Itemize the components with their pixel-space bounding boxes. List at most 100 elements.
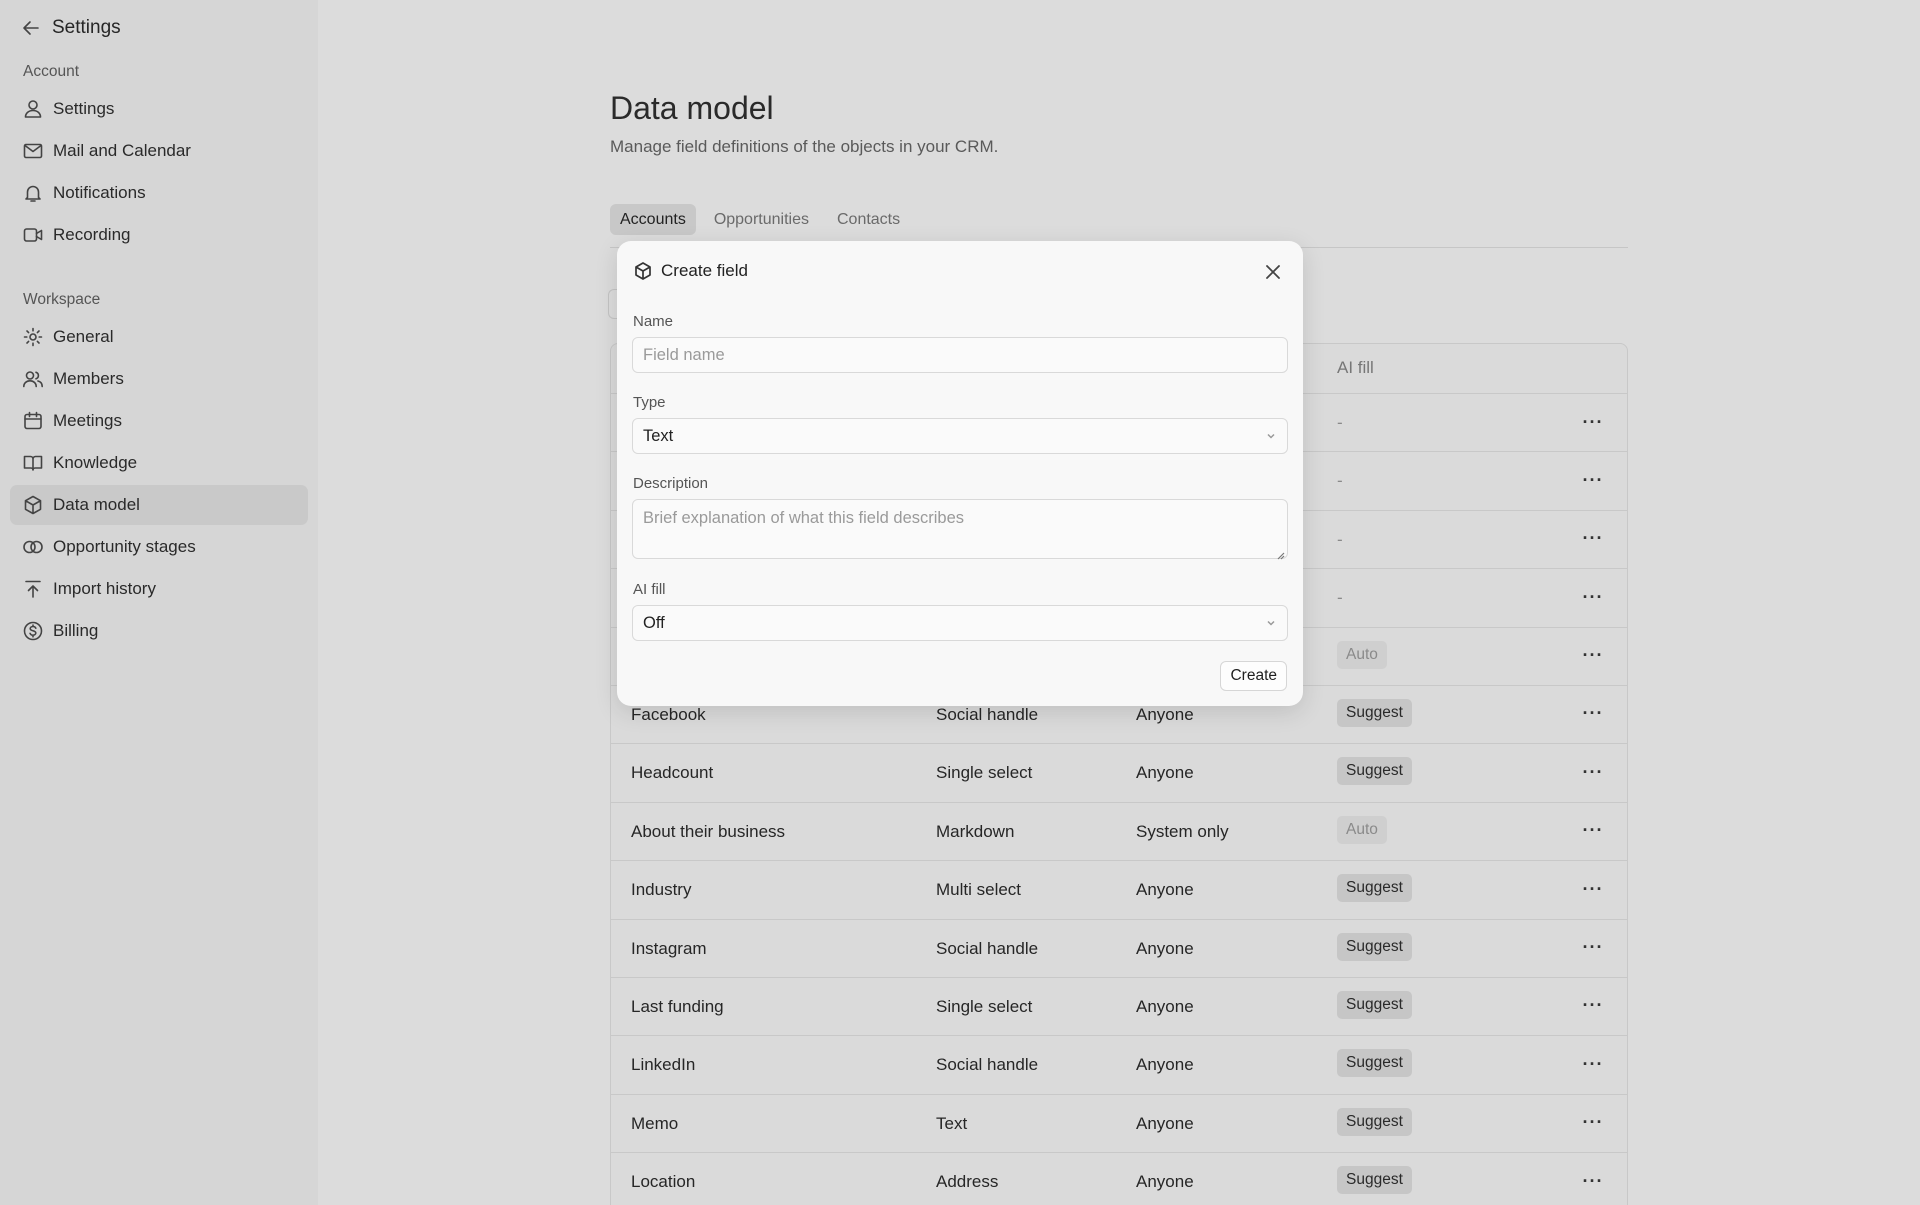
sidebar-item-label: Billing (53, 621, 99, 640)
ai-fill-badge: - (1337, 588, 1343, 608)
ai-fill-column-header: AI fill (1337, 358, 1374, 377)
field-access-cell: Anyone (1136, 704, 1194, 724)
field-name-cell: Industry (631, 880, 692, 900)
field-type-cell: Multi select (936, 880, 1022, 900)
sidebar-item-data-model[interactable]: Data model (10, 485, 308, 525)
table-row[interactable]: Memo Text Anyone Suggest ··· (611, 1095, 1627, 1154)
table-row[interactable]: LinkedIn Social handle Anyone Suggest ··· (611, 1036, 1627, 1095)
sidebar-item-meetings[interactable]: Meetings (10, 401, 308, 441)
field-name-cell: Instagram (631, 938, 707, 958)
more-options-icon[interactable]: ··· (1579, 758, 1607, 786)
table-row[interactable]: Instagram Social handle Anyone Suggest ··· (611, 920, 1627, 978)
ai-fill-badge: Suggest (1337, 874, 1412, 903)
ai-fill-badge: - (1337, 529, 1343, 549)
cube-icon (635, 262, 651, 280)
field-name-cell: About their business (631, 821, 786, 841)
field-access-cell: Anyone (1136, 938, 1194, 958)
table-row[interactable]: Last funding Single select Anyone Suggest ··… (611, 978, 1627, 1037)
bell-icon (22, 182, 44, 204)
more-options-icon[interactable]: ··· (1579, 408, 1607, 436)
ai-fill-badge: Suggest (1337, 1049, 1412, 1078)
sidebar-item-billing[interactable]: Billing (10, 611, 308, 651)
sidebar-item-members[interactable]: Members (10, 359, 308, 399)
field-access-cell: System only (1136, 821, 1229, 841)
field-access-cell: Anyone (1136, 1113, 1194, 1133)
more-options-icon[interactable]: ··· (1579, 700, 1607, 728)
more-options-icon[interactable]: ··· (1579, 583, 1607, 611)
tab-opportunities[interactable]: Opportunities (704, 204, 819, 235)
more-options-icon[interactable]: ··· (1579, 1050, 1607, 1078)
sidebar-item-opportunity-stages[interactable]: Opportunity stages (10, 527, 308, 567)
page-title: Data model (610, 90, 774, 126)
sidebar-title: Settings (52, 16, 121, 38)
sidebar-item-recording[interactable]: Recording (10, 215, 308, 255)
field-name-cell: Location (631, 1172, 696, 1192)
field-access-cell: Anyone (1136, 763, 1194, 783)
book-icon (22, 452, 44, 474)
sidebar-item-label: General (53, 327, 114, 346)
field-access-cell: Anyone (1136, 996, 1194, 1016)
sidebar-item-mail-and-calendar[interactable]: Mail and Calendar (10, 131, 308, 171)
sidebar-item-label: Members (53, 369, 124, 388)
more-options-icon[interactable]: ··· (1579, 934, 1607, 962)
more-options-icon[interactable]: ··· (1579, 466, 1607, 494)
dollar-icon (22, 620, 44, 642)
tab-contacts[interactable]: Contacts (827, 204, 910, 235)
sidebar-item-settings[interactable]: Settings (10, 89, 308, 129)
sidebar-item-import-history[interactable]: Import history (10, 569, 308, 609)
close-icon[interactable] (1261, 260, 1285, 284)
description-textarea[interactable]: Brief explanation of what this field des… (632, 499, 1288, 560)
more-options-icon[interactable]: ··· (1579, 992, 1607, 1020)
description-label: Description (633, 475, 709, 492)
ai-fill-badge: Suggest (1337, 757, 1412, 786)
create-field-dialog: Create field Name Field name Type Text D… (617, 241, 1303, 706)
create-button[interactable]: Create (1220, 661, 1287, 691)
ai-fill-select-value: Off (643, 613, 665, 632)
gear-icon (22, 326, 44, 348)
sidebar-item-notifications[interactable]: Notifications (10, 173, 308, 213)
type-label: Type (633, 394, 666, 411)
field-name-input[interactable]: Field name (632, 337, 1288, 373)
table-row[interactable]: Headcount Single select Anyone Suggest ··· (611, 744, 1627, 803)
object-tabs: Accounts Opportunities Contacts (610, 204, 910, 235)
field-name-cell: Facebook (631, 704, 706, 724)
sidebar-item-label: Mail and Calendar (53, 141, 191, 160)
field-access-cell: Anyone (1136, 1055, 1194, 1075)
more-options-icon[interactable]: ··· (1579, 1167, 1607, 1195)
sidebar-item-label: Meetings (53, 411, 122, 430)
field-type-cell: Social handle (936, 1055, 1039, 1075)
field-type-cell: Social handle (936, 704, 1039, 724)
sidebar-item-knowledge[interactable]: Knowledge (10, 443, 308, 483)
field-access-cell: Anyone (1136, 1172, 1194, 1192)
more-options-icon[interactable]: ··· (1579, 642, 1607, 670)
field-name-placeholder: Field name (643, 345, 725, 364)
sidebar-item-label: Opportunity stages (53, 537, 196, 556)
type-select[interactable]: Text (632, 418, 1288, 454)
more-options-icon[interactable]: ··· (1579, 525, 1607, 553)
tab-accounts[interactable]: Accounts (610, 204, 696, 235)
ai-fill-select[interactable]: Off (632, 605, 1288, 641)
ai-fill-badge: Suggest (1337, 1107, 1412, 1136)
table-row[interactable]: About their business Markdown System only A… (611, 803, 1627, 862)
sidebar-header: Settings (0, 0, 318, 55)
sidebar-item-general[interactable]: General (10, 317, 308, 357)
resize-handle-icon[interactable] (1275, 546, 1285, 560)
account-section-label: Account (23, 63, 80, 80)
table-row[interactable]: Location Address Anyone Suggest ··· (611, 1153, 1627, 1205)
back-arrow-icon[interactable] (20, 17, 42, 39)
more-options-icon[interactable]: ··· (1579, 817, 1607, 845)
chevron-down-icon (1267, 433, 1275, 439)
field-type-cell: Text (936, 1113, 968, 1133)
more-options-icon[interactable]: ··· (1579, 1109, 1607, 1137)
ai-fill-badge: Suggest (1337, 990, 1412, 1019)
ai-fill-label: AI fill (633, 581, 666, 598)
more-options-icon[interactable]: ··· (1579, 875, 1607, 903)
users-icon (22, 368, 44, 390)
mail-icon (22, 140, 44, 162)
upload-icon (22, 578, 44, 600)
ai-fill-badge: - (1337, 413, 1343, 432)
sidebar-item-label: Recording (53, 225, 131, 244)
table-row[interactable]: Industry Multi select Anyone Suggest ··· (611, 861, 1627, 920)
rings-icon (22, 536, 44, 558)
description-placeholder: Brief explanation of what this field des… (643, 509, 965, 527)
